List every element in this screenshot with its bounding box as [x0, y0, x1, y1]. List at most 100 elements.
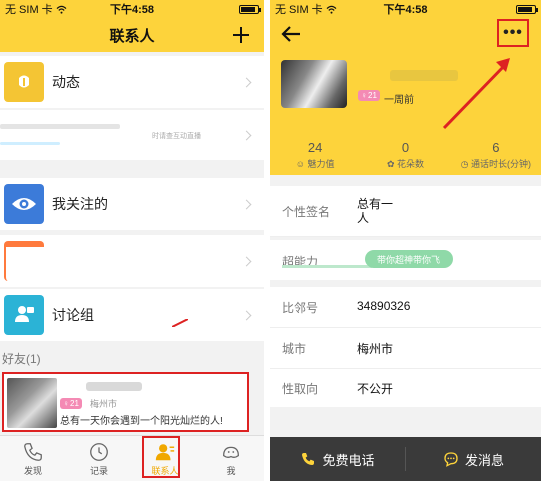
age-badge: ♀ 21	[358, 90, 380, 101]
blurred-text	[0, 124, 120, 129]
list-item-label: 讨论组	[52, 307, 94, 323]
moments-icon	[4, 62, 44, 102]
city-key: 城市	[282, 342, 307, 356]
eye-icon	[4, 184, 44, 224]
group-icon	[4, 241, 44, 281]
list-item-group[interactable]	[0, 235, 264, 287]
tab-records[interactable]: 记录	[66, 436, 132, 481]
profile-screen: 无 SIM 卡 下午4:58 ••• ♀ 21 一周前 24 ☺ 魅力值 0 ✿ …	[270, 0, 541, 481]
button-label: 发消息	[464, 452, 504, 468]
charm-icon: ☺	[295, 159, 305, 169]
clock: 下午4:58	[109, 4, 155, 16]
status-bar: 无 SIM 卡 下午4:58	[270, 0, 541, 18]
list-item-label: 我关注的	[52, 196, 108, 212]
stat-label: 通话时长(分钟)	[471, 159, 531, 169]
blurred-text	[282, 265, 372, 268]
list-item-live[interactable]: 时请查互动直播	[0, 110, 264, 160]
action-bar: 免费电话 发消息	[270, 437, 541, 481]
page-title: 联系人	[109, 27, 155, 45]
me-icon	[223, 446, 239, 458]
annotation-highlight-box	[142, 436, 180, 478]
profile-header: 无 SIM 卡 下午4:58 ••• ♀ 21 一周前 24 ☺ 魅力值 0 ✿ …	[270, 0, 541, 175]
flower-icon: ✿	[386, 159, 395, 169]
more-options-button[interactable]: •••	[497, 19, 529, 47]
tab-me[interactable]: 我	[198, 436, 264, 481]
chevron-right-icon	[241, 256, 252, 266]
status-bar: 无 SIM 卡 下午4:58	[0, 0, 264, 18]
list-item-moments[interactable]: 动态	[0, 56, 264, 108]
id-value: 34890326	[357, 299, 411, 313]
blurred-username	[390, 70, 458, 81]
live-subtitle: 时请查互动直播	[152, 133, 201, 140]
send-message-button[interactable]: 发消息	[406, 437, 541, 481]
stat-label: 花朵数	[397, 159, 425, 169]
phone-icon	[302, 453, 315, 465]
chevron-right-icon	[241, 130, 252, 140]
back-arrow-icon[interactable]	[280, 24, 302, 44]
list-item-label: 动态	[52, 74, 80, 90]
city-row: 城市 梅州市	[270, 328, 541, 368]
carrier-text: 无 SIM 卡	[5, 4, 53, 16]
battery-icon	[516, 4, 538, 14]
stat-label: 魅力值	[307, 159, 335, 169]
orientation-key: 性取向	[282, 382, 319, 396]
signature-row: 个性签名 总有一 人	[270, 186, 541, 236]
stat-flowers: 0 ✿ 花朵数	[360, 140, 450, 176]
call-time-icon: ◷	[460, 159, 469, 169]
add-contact-button[interactable]	[228, 22, 254, 48]
age-value: 21	[70, 399, 79, 408]
gender-icon: ♀	[63, 399, 69, 408]
stat-value: 0	[401, 140, 410, 155]
tab-discover[interactable]: 发现	[0, 436, 66, 481]
blurred-friend-name	[86, 382, 142, 391]
super-power-pill[interactable]: 带你超神带你飞	[365, 250, 453, 268]
age-badge: ♀ 21	[60, 398, 82, 409]
header-bar: 无 SIM 卡 下午4:58 联系人	[0, 0, 264, 52]
annotation-arrow	[442, 58, 510, 130]
friend-city: 梅州市	[90, 399, 118, 409]
list-item-following[interactable]: 我关注的	[0, 178, 264, 230]
more-dots-icon: •••	[503, 24, 523, 41]
annotation-arrow-tip	[172, 319, 188, 327]
avatar	[7, 378, 57, 428]
id-row: 比邻号 34890326	[270, 287, 541, 327]
free-call-button[interactable]: 免费电话	[270, 437, 405, 481]
clock-icon	[90, 442, 108, 461]
list-item-discussion[interactable]: 讨论组	[0, 289, 264, 341]
tab-label: 我	[226, 465, 236, 476]
battery-icon	[239, 4, 262, 14]
stat-value: 6	[492, 140, 500, 155]
signature-value: 总有一 人	[357, 197, 394, 225]
last-seen: 一周前	[384, 95, 414, 106]
friends-section-header: 好友(1)	[2, 352, 41, 366]
tab-label: 发现	[23, 465, 42, 476]
tab-label: 记录	[89, 465, 108, 476]
chat-bubble-icon	[444, 452, 458, 467]
friend-signature: 总有一天你会遇到一个阳光灿烂的人!	[60, 416, 223, 427]
wifi-icon	[326, 5, 337, 14]
button-label: 免费电话	[322, 452, 375, 468]
stat-value: 24	[307, 140, 323, 155]
super-power-row: 超能力 带你超神带你飞	[270, 240, 541, 280]
carrier-text: 无 SIM 卡	[275, 4, 323, 16]
avatar[interactable]	[281, 60, 347, 108]
orientation-row: 性取向 不公开	[270, 369, 541, 407]
blurred-text	[0, 142, 60, 145]
city-value: 梅州市	[357, 342, 394, 356]
discussion-group-icon	[4, 295, 44, 335]
stat-call-time: 6 ◷ 通话时长(分钟)	[451, 140, 541, 176]
tab-bar: 发现 记录 联系人 我	[0, 435, 264, 481]
orientation-value: 不公开	[357, 382, 394, 396]
clock: 下午4:58	[383, 4, 428, 16]
phone-icon	[24, 442, 42, 461]
id-key: 比邻号	[282, 301, 319, 315]
stats-row: 24 ☺ 魅力值 0 ✿ 花朵数 6 ◷ 通话时长(分钟)	[270, 140, 541, 176]
wifi-icon	[56, 5, 67, 14]
super-power-value: 带你超神带你飞	[377, 254, 441, 265]
gender-icon: ♀	[361, 91, 367, 100]
age-value: 21	[368, 91, 377, 100]
signature-key: 个性签名	[282, 205, 331, 219]
friend-list-item[interactable]: ♀ 21 梅州市 总有一天你会遇到一个阳光灿烂的人!	[2, 372, 249, 432]
contacts-screen: 无 SIM 卡 下午4:58 联系人 动态 时请查互动直播 我关注的 讨论组 好…	[0, 0, 264, 481]
stat-charm: 24 ☺ 魅力值	[270, 140, 360, 176]
